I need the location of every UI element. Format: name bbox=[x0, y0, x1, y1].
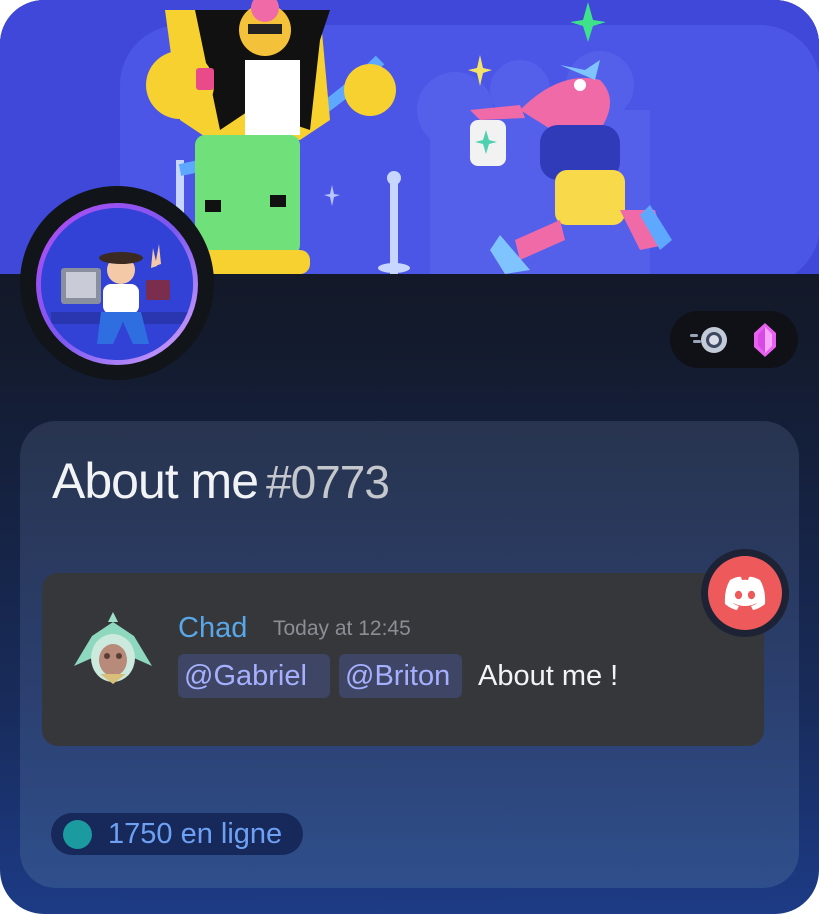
online-status-dot bbox=[63, 820, 92, 849]
discord-logo-icon bbox=[724, 576, 766, 610]
message-username[interactable]: Chad bbox=[178, 609, 247, 647]
profile-card: About me #0773 Chad Today at 12:45 @Gabri… bbox=[0, 0, 819, 914]
nitro-gem-badge-icon[interactable] bbox=[746, 321, 784, 359]
mention-briton[interactable]: @Briton bbox=[339, 654, 462, 698]
message-author-avatar[interactable] bbox=[72, 608, 154, 686]
mention-gabriel[interactable]: @Gabriel bbox=[178, 654, 330, 698]
avatar[interactable] bbox=[36, 203, 198, 365]
avatar-image bbox=[41, 208, 193, 360]
avatar-illustration bbox=[41, 208, 193, 360]
profile-badges bbox=[670, 311, 798, 368]
page-title: About me #0773 bbox=[52, 446, 390, 516]
message-text: About me ! bbox=[478, 660, 619, 692]
title-text: About me bbox=[52, 453, 259, 509]
discriminator: #0773 bbox=[266, 456, 390, 508]
online-count-text: 1750 en ligne bbox=[108, 818, 283, 850]
message-timestamp: Today at 12:45 bbox=[273, 617, 411, 640]
discord-button[interactable] bbox=[708, 556, 782, 630]
hypesquad-speed-badge-icon[interactable] bbox=[690, 321, 728, 359]
